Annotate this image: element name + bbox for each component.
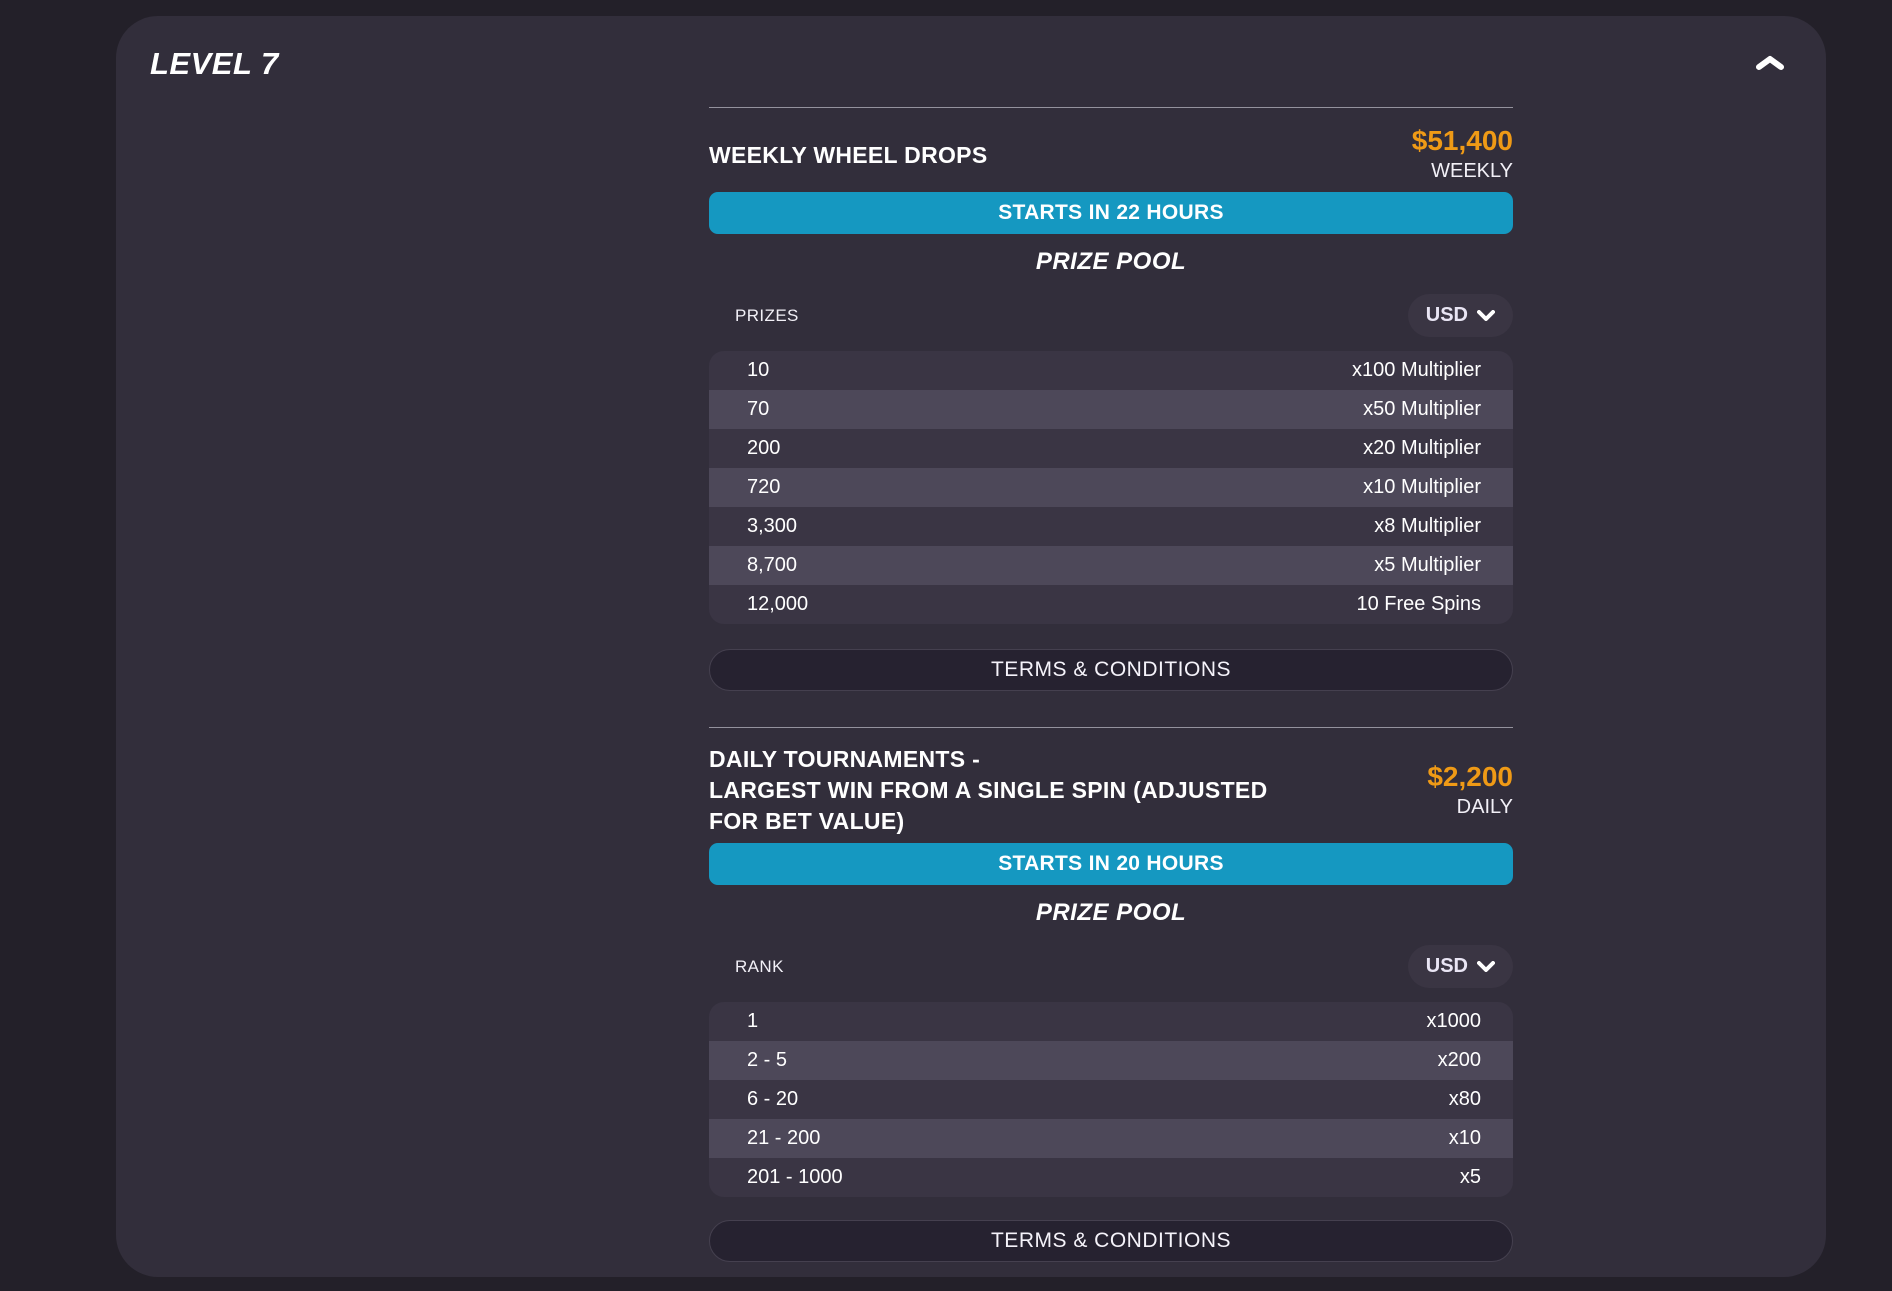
row-label: 3,300 [747, 515, 797, 538]
chevron-down-icon [1477, 310, 1495, 321]
row-label: 201 - 1000 [747, 1166, 843, 1189]
daily-title-line2: LARGEST WIN FROM A SINGLE SPIN (ADJUSTED… [709, 775, 1269, 837]
row-label: 10 [747, 359, 769, 382]
collapse-button[interactable] [1750, 46, 1790, 80]
level-title: LEVEL 7 [150, 46, 279, 82]
table-row: 200 x20 Multiplier [709, 429, 1513, 468]
level-card: LEVEL 7 WEEKLY WHEEL DROPS $51,400 WEEKL… [116, 16, 1826, 1277]
weekly-prize-period: WEEKLY [1412, 157, 1513, 185]
weekly-terms-button[interactable]: TERMS & CONDITIONS [709, 649, 1513, 691]
chevron-down-icon [1477, 961, 1495, 972]
daily-starts-in-button[interactable]: STARTS IN 20 HOURS [709, 843, 1513, 885]
row-value: x8 Multiplier [1374, 515, 1481, 538]
daily-prize-period: DAILY [1427, 793, 1513, 821]
daily-title-line1: DAILY TOURNAMENTS - [709, 744, 1269, 775]
row-label: 8,700 [747, 554, 797, 577]
daily-currency-select[interactable]: USD [1408, 945, 1513, 988]
row-value: x5 [1460, 1166, 1481, 1189]
currency-value: USD [1426, 955, 1468, 978]
daily-terms-button[interactable]: TERMS & CONDITIONS [709, 1220, 1513, 1262]
chevron-up-icon [1756, 55, 1784, 71]
page-background: LEVEL 7 WEEKLY WHEEL DROPS $51,400 WEEKL… [0, 0, 1892, 1291]
table-row: 21 - 200 x10 [709, 1119, 1513, 1158]
table-row: 8,700 x5 Multiplier [709, 546, 1513, 585]
daily-section-title: DAILY TOURNAMENTS - LARGEST WIN FROM A S… [709, 744, 1269, 837]
table-row: 70 x50 Multiplier [709, 390, 1513, 429]
table-row: 720 x10 Multiplier [709, 468, 1513, 507]
weekly-table-controls: PRIZES USD [709, 294, 1513, 337]
table-row: 10 x100 Multiplier [709, 351, 1513, 390]
weekly-prize-table: 10 x100 Multiplier 70 x50 Multiplier 200… [709, 351, 1513, 624]
daily-prize-amount: $2,200 [1427, 761, 1513, 793]
weekly-starts-in-button[interactable]: STARTS IN 22 HOURS [709, 192, 1513, 234]
weekly-section-header: WEEKLY WHEEL DROPS $51,400 WEEKLY [709, 124, 1513, 186]
daily-prize-summary: $2,200 DAILY [1427, 761, 1513, 821]
row-label: 200 [747, 437, 780, 460]
row-value: x5 Multiplier [1374, 554, 1481, 577]
table-row: 2 - 5 x200 [709, 1041, 1513, 1080]
table-row: 201 - 1000 x5 [709, 1158, 1513, 1197]
section-divider [709, 107, 1513, 108]
currency-value: USD [1426, 304, 1468, 327]
daily-prize-table: 1 x1000 2 - 5 x200 6 - 20 x80 21 - 200 x… [709, 1002, 1513, 1197]
tournaments-content: WEEKLY WHEEL DROPS $51,400 WEEKLY STARTS… [709, 16, 1513, 1262]
row-value: x50 Multiplier [1363, 398, 1481, 421]
row-label: 1 [747, 1010, 758, 1033]
row-value: x10 [1449, 1127, 1481, 1150]
daily-prize-pool-heading: PRIZE POOL [709, 899, 1513, 927]
weekly-prize-summary: $51,400 WEEKLY [1412, 125, 1513, 185]
row-label: 2 - 5 [747, 1049, 787, 1072]
row-value: x80 [1449, 1088, 1481, 1111]
table-row: 3,300 x8 Multiplier [709, 507, 1513, 546]
row-value: x200 [1438, 1049, 1481, 1072]
row-value: 10 Free Spins [1356, 593, 1481, 616]
daily-section-header: DAILY TOURNAMENTS - LARGEST WIN FROM A S… [709, 744, 1513, 837]
section-divider [709, 727, 1513, 728]
weekly-prize-pool-heading: PRIZE POOL [709, 248, 1513, 276]
table-row: 12,000 10 Free Spins [709, 585, 1513, 624]
row-label: 12,000 [747, 593, 808, 616]
row-label: 6 - 20 [747, 1088, 798, 1111]
row-value: x10 Multiplier [1363, 476, 1481, 499]
row-label: 70 [747, 398, 769, 421]
table-row: 6 - 20 x80 [709, 1080, 1513, 1119]
weekly-section-title: WEEKLY WHEEL DROPS [709, 140, 987, 171]
row-value: x1000 [1427, 1010, 1482, 1033]
weekly-currency-select[interactable]: USD [1408, 294, 1513, 337]
daily-table-controls: RANK USD [709, 945, 1513, 988]
row-value: x20 Multiplier [1363, 437, 1481, 460]
weekly-column-label: PRIZES [735, 306, 799, 326]
row-value: x100 Multiplier [1352, 359, 1481, 382]
row-label: 720 [747, 476, 780, 499]
weekly-prize-amount: $51,400 [1412, 125, 1513, 157]
row-label: 21 - 200 [747, 1127, 820, 1150]
daily-column-label: RANK [735, 957, 784, 977]
table-row: 1 x1000 [709, 1002, 1513, 1041]
